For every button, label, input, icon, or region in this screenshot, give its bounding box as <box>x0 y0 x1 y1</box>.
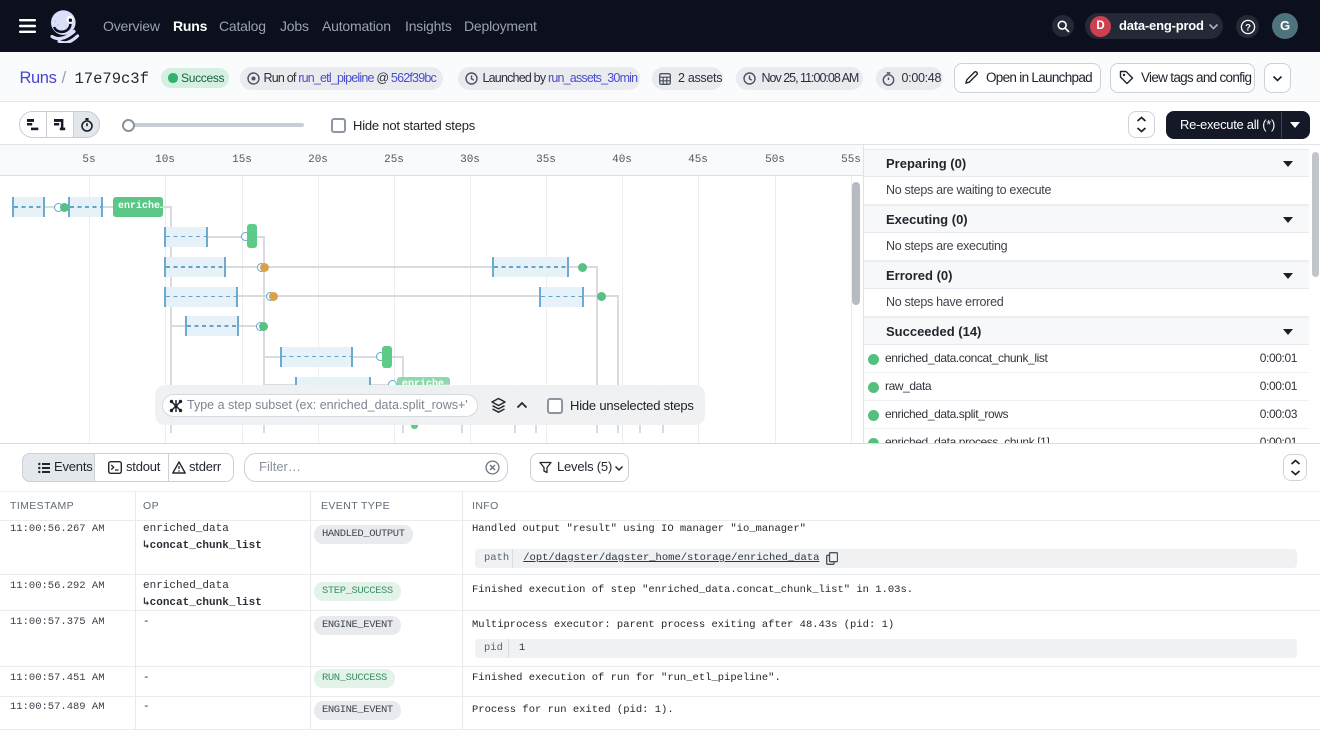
svg-text:?: ? <box>1245 22 1251 33</box>
